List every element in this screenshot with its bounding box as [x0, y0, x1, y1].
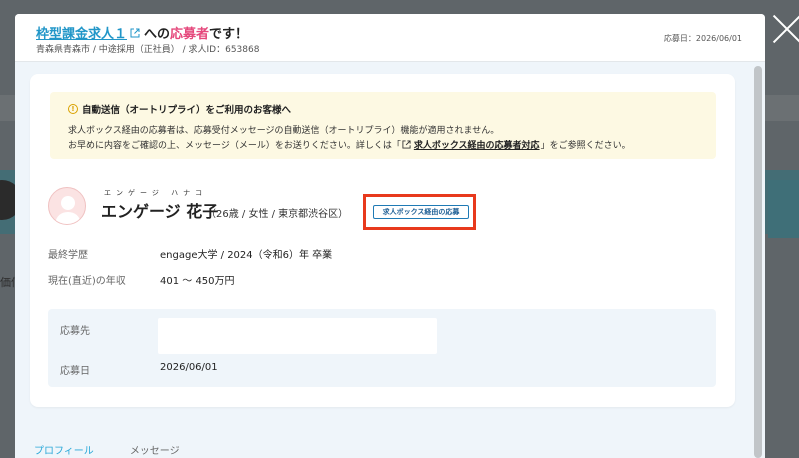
guide-link[interactable]: 求人ボックス経由の応募者対応 [414, 138, 540, 151]
header-applied-date: 応募日：2026/06/01 [663, 34, 742, 43]
apply-date-value: 2026/06/01 [160, 362, 218, 373]
destination-label: 応募先 [60, 326, 90, 337]
job-link[interactable]: 枠型課金求人１ [36, 23, 127, 42]
application-block: 応募先 応募日 2026/06/01 [48, 309, 716, 387]
candidate-furigana: エンゲージ ハナコ [104, 189, 208, 197]
source-badge: 求人ボックス経由の応募 [373, 205, 469, 219]
modal-title: 枠型課金求人１ への 応募者 です！ [36, 23, 248, 42]
notice-line2: お早めに内容をご確認の上、メッセージ（メール）をお送りください。詳しくは「 求人… [68, 138, 631, 151]
candidate-meta: （26歳 / 女性 / 東京都渋谷区） [206, 209, 349, 220]
title-applicant-word: 応募者 [170, 27, 210, 42]
candidate-card: ! 自動送信（オートリプライ）をご利用のお客様へ 求人ボックス経由の応募者は、応… [30, 74, 735, 407]
title-end-text: です！ [209, 27, 249, 42]
destination-value [158, 318, 437, 354]
tab-bar: プロフィール メッセージ [34, 442, 180, 457]
salary-value: 401 〜 450万円 [160, 276, 235, 287]
apply-date-label: 応募日 [60, 366, 90, 377]
tab-profile[interactable]: プロフィール [34, 442, 94, 457]
background-side-panel [768, 180, 799, 238]
modal-header: 枠型課金求人１ への 応募者 です！ 青森県青森市 / 中途採用（正社員） / … [15, 14, 765, 62]
autoreply-notice: ! 自動送信（オートリプライ）をご利用のお客様へ 求人ボックス経由の応募者は、応… [50, 92, 716, 159]
external-link-icon[interactable] [402, 140, 411, 149]
notice-line2-prefix: お早めに内容をご確認の上、メッセージ（メール）をお送りください。詳しくは「 [68, 141, 401, 151]
info-icon: ! [68, 104, 78, 114]
notice-line2-suffix: 」をご参照ください。 [540, 141, 631, 151]
applicant-modal: 枠型課金求人１ への 応募者 です！ 青森県青森市 / 中途採用（正社員） / … [15, 14, 765, 458]
avatar-placeholder-icon [48, 187, 86, 225]
notice-line1: 求人ボックス経由の応募者は、応募受付メッセージの自動送信（オートリプライ）機能が… [68, 126, 500, 136]
candidate-name: エンゲージ 花子 [101, 202, 219, 221]
notice-title: ! 自動送信（オートリプライ）をご利用のお客様へ [68, 102, 291, 116]
education-value: engage大学 / 2024（令和6）年 卒業 [160, 250, 333, 261]
job-subtitle: 青森県青森市 / 中途採用（正社員） / 求人ID：653868 [36, 45, 260, 55]
tab-message[interactable]: メッセージ [130, 442, 180, 457]
notice-title-text: 自動送信（オートリプライ）をご利用のお客様へ [82, 105, 292, 116]
title-to-text: への [144, 27, 171, 42]
salary-label: 現在(直近)の年収 [48, 276, 126, 287]
close-icon[interactable] [772, 10, 799, 40]
scroll-thumb[interactable] [754, 66, 762, 458]
education-label: 最終学歴 [48, 250, 88, 261]
scrollbar[interactable] [754, 64, 762, 458]
external-link-icon[interactable] [130, 28, 140, 38]
